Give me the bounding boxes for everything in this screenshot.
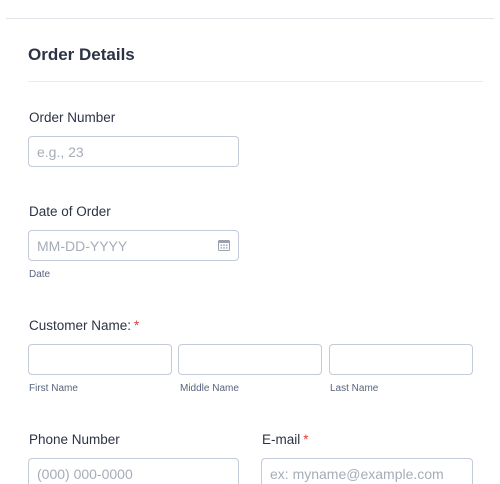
required-mark: * bbox=[134, 318, 140, 333]
order-number-input[interactable] bbox=[28, 136, 239, 167]
order-date-input[interactable] bbox=[28, 230, 239, 261]
email-input[interactable] bbox=[261, 458, 473, 484]
order-date-label: Date of Order bbox=[29, 204, 111, 219]
first-name-input[interactable] bbox=[28, 344, 172, 375]
middle-name-input[interactable] bbox=[178, 344, 322, 375]
email-label: E-mail * bbox=[262, 432, 309, 447]
customer-name-label: Customer Name: * bbox=[29, 318, 139, 333]
phone-input[interactable] bbox=[28, 458, 239, 484]
last-name-sublabel: Last Name bbox=[330, 383, 379, 394]
top-divider bbox=[6, 18, 494, 19]
order-number-label: Order Number bbox=[29, 110, 116, 125]
phone-label: Phone Number bbox=[29, 432, 120, 447]
section-title: Order Details bbox=[28, 45, 135, 64]
section-divider bbox=[28, 81, 483, 82]
last-name-input[interactable] bbox=[329, 344, 473, 375]
calendar-icon[interactable] bbox=[218, 239, 230, 251]
order-date-sublabel: Date bbox=[29, 269, 51, 280]
first-name-sublabel: First Name bbox=[29, 383, 78, 394]
email-label-text: E-mail bbox=[262, 432, 301, 447]
customer-name-label-text: Customer Name: bbox=[29, 318, 132, 333]
required-mark: * bbox=[303, 432, 309, 447]
middle-name-sublabel: Middle Name bbox=[180, 383, 239, 394]
